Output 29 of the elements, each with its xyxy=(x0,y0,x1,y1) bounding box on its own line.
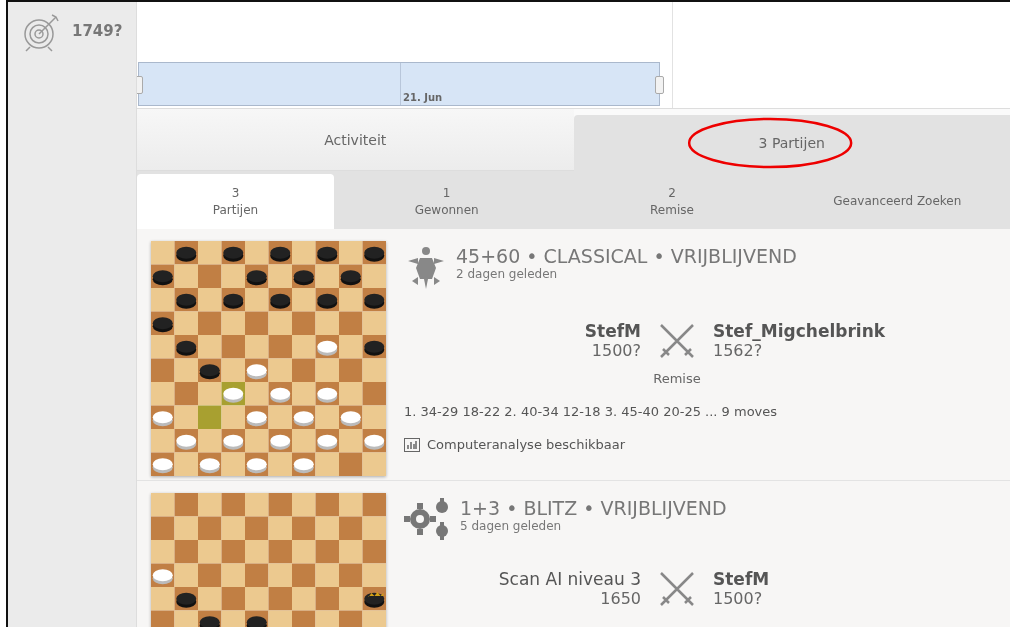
game-row[interactable]: 1+3 • BLITZ • VRIJBLIJVEND 5 dagen geleden Scan AI niveau 3 1650 StefM 1500? xyxy=(137,481,1010,627)
game-time: 2 dagen geleden xyxy=(456,267,559,281)
game-title: 1+3 • BLITZ • VRIJBLIJVEND xyxy=(460,497,727,519)
tab[interactable]: 3 Partijen xyxy=(573,115,1010,171)
game-result: Remise xyxy=(652,371,702,386)
subtab[interactable]: 1 Gewonnen xyxy=(334,174,560,229)
game-title: 45+60 • CLASSICAL • VRIJBLIJVEND xyxy=(456,245,797,267)
player-rating: 1650 xyxy=(600,589,641,608)
player-rating: 1500? xyxy=(591,341,641,360)
range-handle[interactable] xyxy=(655,76,664,94)
analysis-label: Computeranalyse beschikbaar xyxy=(427,437,626,452)
checkers-board-drawing[interactable] xyxy=(151,241,386,476)
subtab[interactable]: Geavanceerd Zoeken xyxy=(784,174,1010,229)
subtab[interactable]: 2 Remise xyxy=(559,174,785,229)
player-rating: 1562? xyxy=(713,341,763,360)
target-icon xyxy=(22,12,62,52)
move-list: 1. 34-29 18-22 2. 40-34 12-18 3. 45-40 20-25 ... 9 moves xyxy=(404,404,1010,419)
rating-value: 1749? xyxy=(72,22,123,40)
player-rating: 1500? xyxy=(713,589,763,608)
player-name[interactable]: StefM xyxy=(713,569,770,589)
date-label: 21. Jun xyxy=(402,92,443,105)
game-time: 5 dagen geleden xyxy=(460,519,563,533)
game-row[interactable]: 45+60 • CLASSICAL • VRIJBLIJVEND 2 dagen geleden StefM 1500? Stef_Migchelbrink 1562? Remise 1. 34-29 18-22 2. 40-34 12-18 3. 45-40 20-25 ... 9 moves Computeranalyse beschikbaar xyxy=(137,229,1010,481)
player-name[interactable]: StefM xyxy=(584,321,641,341)
player-name[interactable]: Stef_Migchelbrink xyxy=(713,321,886,341)
subtab[interactable]: 3 Partijen xyxy=(137,174,334,229)
bar-chart-icon xyxy=(404,437,420,452)
player-name[interactable]: Scan AI niveau 3 xyxy=(498,569,641,589)
tab[interactable]: Activiteit xyxy=(137,109,574,171)
